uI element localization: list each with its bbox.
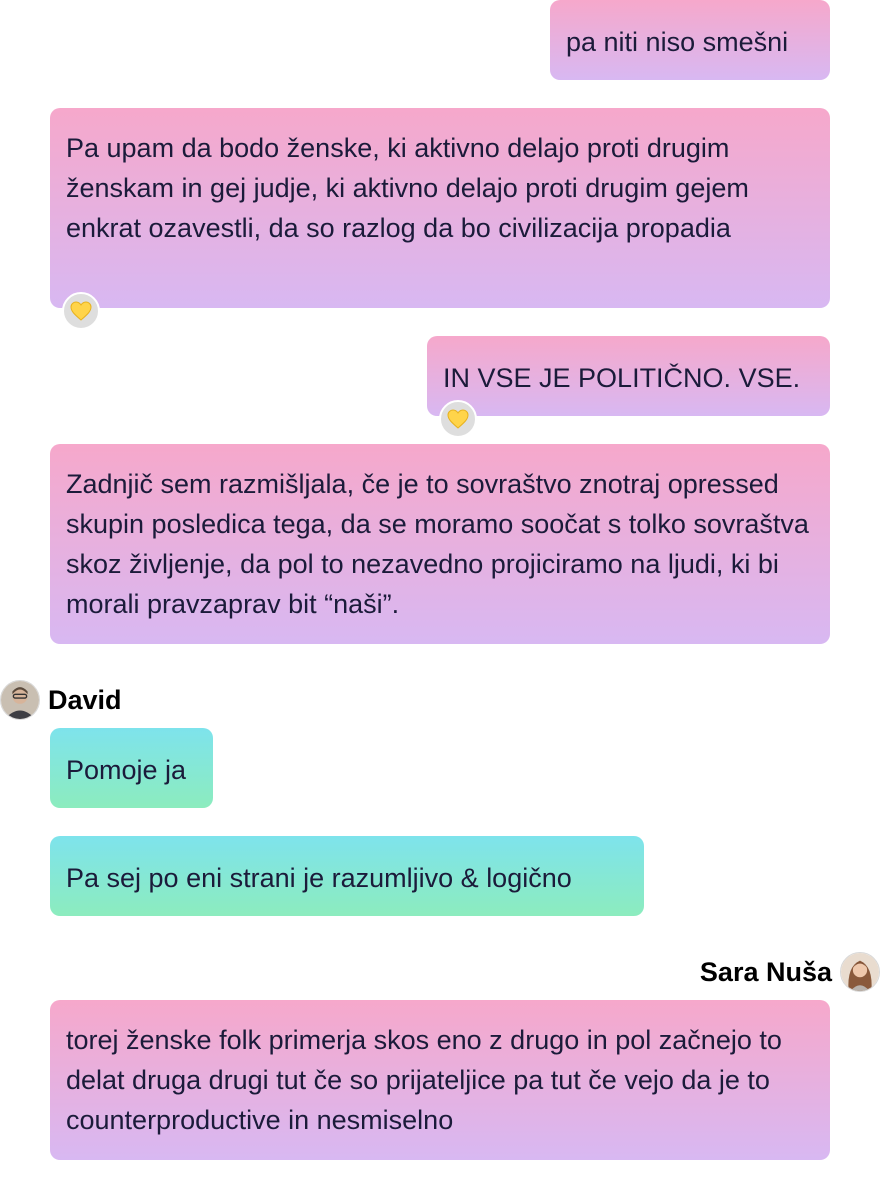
message-bubble[interactable]: IN VSE JE POLITIČNO. VSE. <box>427 336 830 416</box>
message-bubble[interactable]: pa niti niso smešni <box>550 0 830 80</box>
message-text: pa niti niso smešni <box>566 27 789 57</box>
avatar[interactable] <box>840 952 880 992</box>
message-text: IN VSE JE POLITIČNO. VSE. <box>443 363 801 393</box>
yellow-heart-icon <box>447 409 469 429</box>
message-bubble[interactable]: Zadnjič sem razmišljala, če je to sovraš… <box>50 444 830 644</box>
message-bubble[interactable]: Pa sej po eni strani je razumljivo & log… <box>50 836 644 916</box>
message-text: Pa upam da bodo ženske, ki aktivno delaj… <box>66 133 749 243</box>
avatar[interactable] <box>0 680 40 720</box>
sender-header: David <box>0 680 122 720</box>
sara-avatar-image <box>841 953 879 991</box>
sender-name: David <box>48 684 122 715</box>
message-text: Zadnjič sem razmišljala, če je to sovraš… <box>66 469 809 619</box>
reaction-badge[interactable] <box>62 292 100 330</box>
message-bubble[interactable]: Pomoje ja <box>50 728 213 808</box>
yellow-heart-icon <box>70 301 92 321</box>
reaction-badge[interactable] <box>439 400 477 438</box>
message-bubble[interactable]: Pa upam da bodo ženske, ki aktivno delaj… <box>50 108 830 308</box>
sender-header: Sara Nuša <box>700 952 880 992</box>
sender-name: Sara Nuša <box>699 956 832 987</box>
message-bubble[interactable]: torej ženske folk primerja skos eno z dr… <box>50 1000 830 1160</box>
message-text: Pomoje ja <box>66 755 187 785</box>
message-text: torej ženske folk primerja skos eno z dr… <box>66 1025 782 1135</box>
message-text: Pa sej po eni strani je razumljivo & log… <box>66 863 572 893</box>
david-avatar-image <box>1 681 39 719</box>
